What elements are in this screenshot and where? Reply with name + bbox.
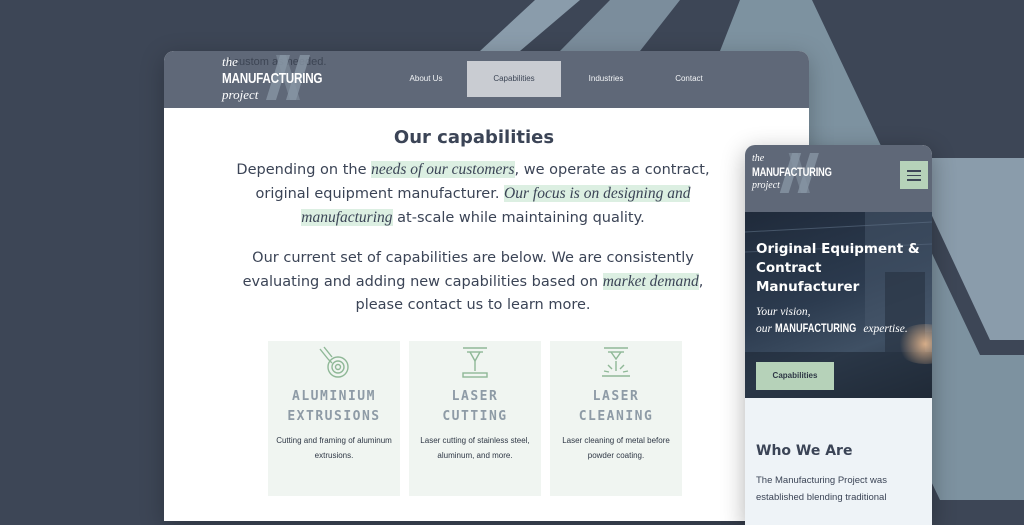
logo-the: the — [222, 54, 238, 69]
tagline-line: Your vision, — [756, 306, 811, 318]
card-description: Laser cleaning of metal before powder co… — [562, 436, 670, 460]
text: expertise. — [860, 323, 908, 335]
card-title: LASER CLEANING — [550, 387, 682, 427]
card-title-line: ALUMINIUM — [292, 389, 376, 404]
mobile-navbar: the MANUFACTURING project — [745, 145, 932, 212]
section-title: Who We Are — [756, 443, 853, 459]
desktop-navbar: l custom as needed. the MANUFACTURING pr… — [164, 51, 809, 108]
capabilities-paragraph: Our current set of capabilities are belo… — [228, 247, 718, 317]
text: at-scale while maintaining quality. — [392, 210, 645, 226]
capability-card[interactable]: ALUMINIUM EXTRUSIONS Cutting and framing … — [268, 341, 400, 496]
extrusion-icon — [319, 346, 349, 378]
menu-line — [907, 170, 921, 172]
card-title-line: LASER — [451, 389, 499, 404]
intro-paragraph: Depending on the needs of our customers,… — [228, 158, 718, 230]
card-description: Laser cutting of stainless steel, alumin… — [420, 436, 530, 460]
card-title-line: LASER — [592, 389, 640, 404]
card-title: LASER CUTTING — [409, 387, 541, 427]
logo-project: project — [752, 180, 780, 191]
menu-line — [907, 174, 921, 176]
card-title-line: EXTRUSIONS — [287, 409, 381, 424]
logo-the: the — [752, 153, 765, 164]
site-logo[interactable]: the MANUFACTURING project — [752, 152, 854, 192]
nav-about-us[interactable]: About Us — [392, 61, 460, 97]
brand-word: MANUFACTURING — [774, 323, 857, 335]
logo-name: MANUFACTURING — [752, 165, 832, 179]
logo-project: project — [222, 87, 259, 102]
nav-industries[interactable]: Industries — [574, 61, 638, 97]
capability-card[interactable]: LASER CUTTING Laser cutting of stainless … — [409, 341, 541, 496]
mobile-window: the MANUFACTURING project Original Equip… — [745, 145, 932, 525]
capabilities-button[interactable]: Capabilities — [756, 362, 834, 390]
page-title: Our capabilities — [393, 127, 555, 148]
desktop-window: l custom as needed. the MANUFACTURING pr… — [164, 51, 809, 521]
hero-section: Original Equipment & Contract Manufactur… — [745, 212, 932, 398]
who-we-are-section: Who We Are The Manufacturing Project was… — [745, 398, 932, 525]
tagline-line: our MANUFACTURING expertise. — [756, 321, 931, 338]
card-title: ALUMINIUM EXTRUSIONS — [268, 387, 400, 427]
text: our — [756, 323, 775, 335]
menu-line — [907, 179, 921, 181]
laser-cutting-icon — [462, 347, 488, 378]
section-text: The Manufacturing Project was establishe… — [756, 475, 887, 503]
highlight-text: needs of our customers — [371, 161, 515, 178]
hero-tagline: Your vision, our MANUFACTURING expertise… — [756, 304, 931, 338]
nav-contact[interactable]: Contact — [654, 61, 724, 97]
capability-card[interactable]: LASER CLEANING Laser cleaning of metal be… — [550, 341, 682, 496]
hero-title: Original Equipment & Contract Manufactur… — [756, 241, 920, 295]
logo-name: MANUFACTURING — [222, 70, 323, 87]
site-logo[interactable]: the MANUFACTURING project — [222, 54, 351, 103]
text: Depending on the — [236, 162, 372, 178]
laser-cleaning-icon — [602, 347, 630, 377]
nav-capabilities[interactable]: Capabilities — [467, 61, 561, 97]
hamburger-icon[interactable] — [900, 161, 928, 189]
card-description: Cutting and framing of aluminum extrusio… — [276, 436, 392, 460]
card-title-line: CUTTING — [442, 409, 508, 424]
highlight-text: market demand — [602, 273, 699, 290]
card-title-line: CLEANING — [578, 409, 654, 424]
